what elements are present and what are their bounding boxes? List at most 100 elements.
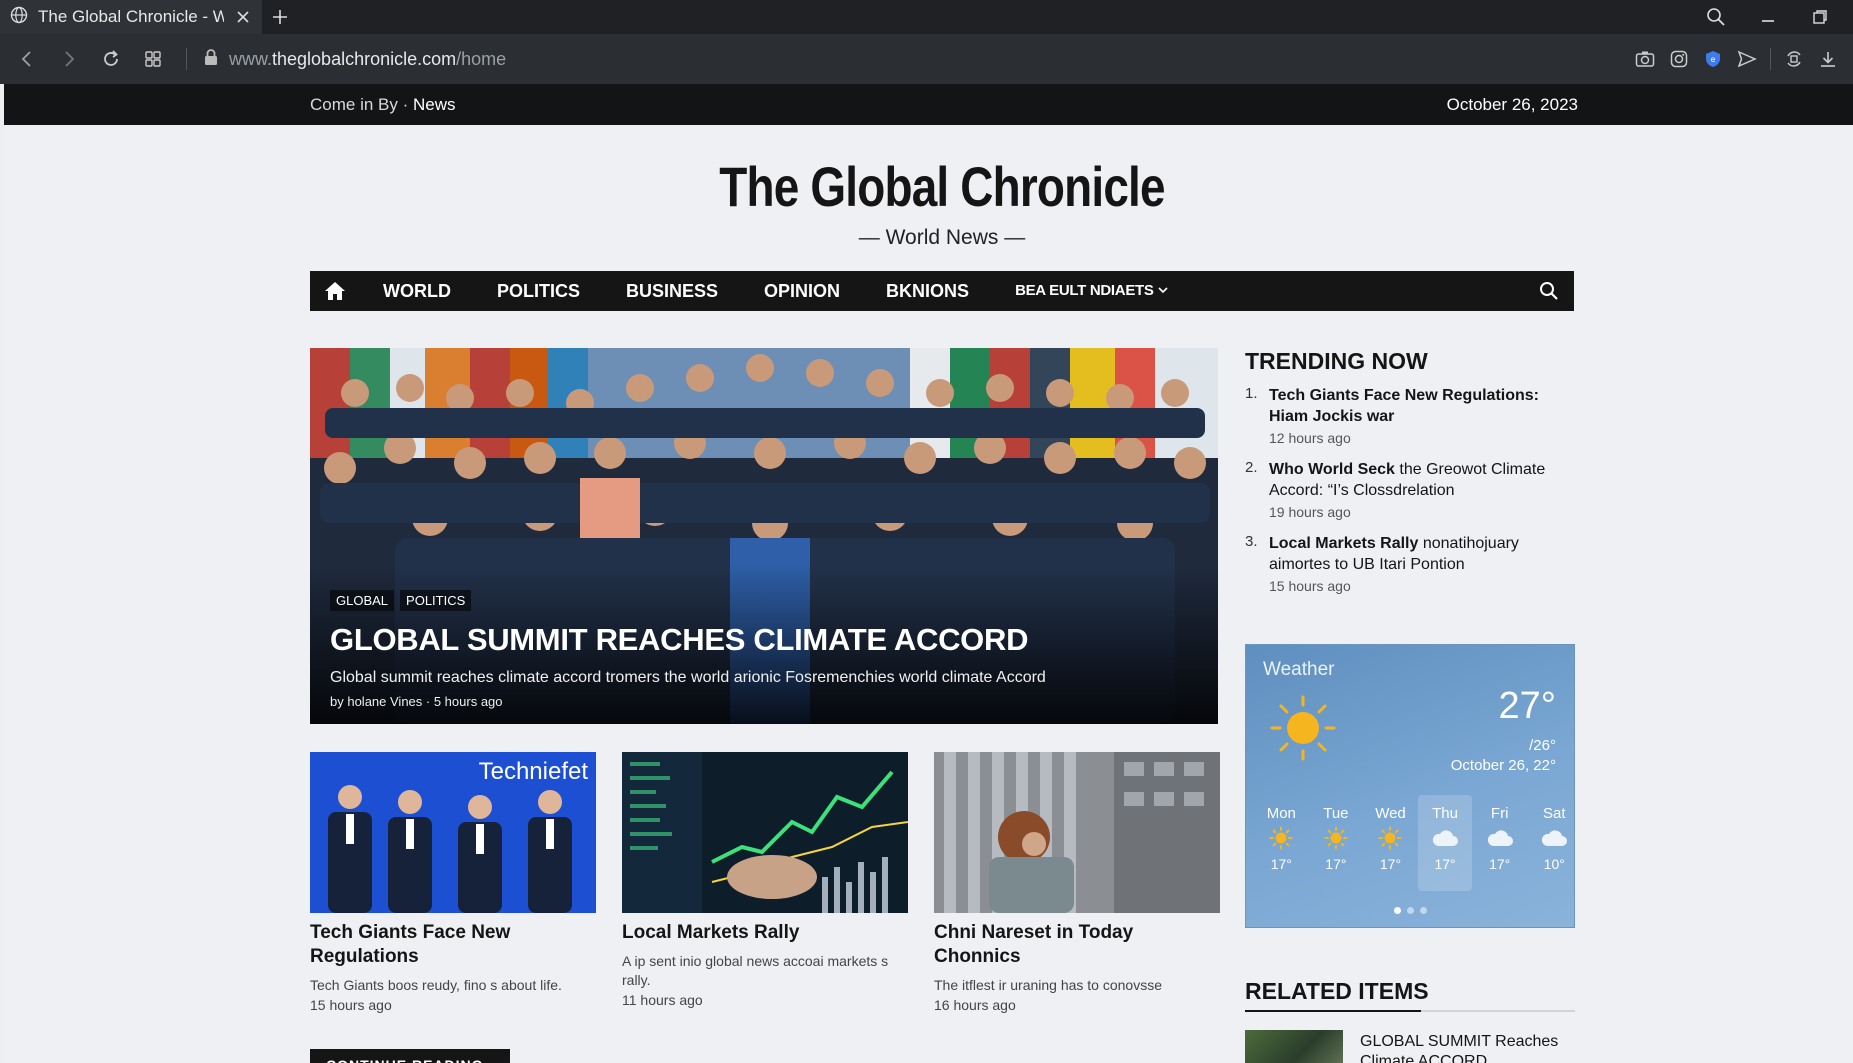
card-image: Techniefet (310, 752, 596, 913)
site-tagline: — World News — (858, 226, 1026, 249)
screenshot-icon[interactable] (1777, 34, 1811, 84)
back-icon[interactable] (6, 34, 48, 84)
tag-politics[interactable]: POLITICS (400, 590, 472, 611)
page-viewport: Come in By · News October 26, 2023 The G… (4, 84, 1853, 1063)
masthead: The Global Chronicle — World News — (310, 154, 1574, 250)
globe-icon (10, 6, 28, 29)
forecast-day-name: Tue (1323, 805, 1349, 822)
address-bar: www.theglobalchronicle.com/home e (0, 34, 1853, 84)
carousel-dot[interactable] (1419, 907, 1427, 914)
toolbar-divider (1770, 48, 1771, 70)
shield-icon[interactable]: e (1696, 34, 1730, 84)
send-icon[interactable] (1730, 34, 1764, 84)
article-card[interactable]: Local Markets Rally A ip sent inio globa… (622, 752, 908, 1008)
minimize-icon[interactable] (1744, 0, 1792, 34)
card-title[interactable]: Local Markets Rally (622, 921, 908, 945)
forecast-day-sat[interactable]: Sat 10° (1527, 795, 1582, 891)
weather-date: October 26, 22° (1450, 757, 1556, 774)
nav-item-world[interactable]: WORLD (360, 271, 474, 311)
nav-item-politics[interactable]: POLITICS (474, 271, 603, 311)
forecast-day-name: Wed (1375, 805, 1406, 822)
tab-title: The Global Chronicle - Worl (38, 7, 224, 26)
sun-icon (1254, 822, 1309, 854)
trending-item[interactable]: 3. Local Markets Rally nonatihojuary aim… (1245, 533, 1575, 594)
instagram-icon[interactable] (1662, 34, 1696, 84)
card-title[interactable]: Tech Giants Face New Regulations (310, 921, 596, 969)
forecast-day-fri[interactable]: Fri 17° (1472, 795, 1527, 891)
browser-tab-bar: The Global Chronicle - Worl (0, 0, 1853, 34)
forecast-day-temp: 10° (1543, 856, 1565, 872)
browser-tools: e (1628, 34, 1853, 84)
sun-icon (1309, 822, 1364, 854)
forecast-day-wed[interactable]: Wed 17° (1363, 795, 1418, 891)
sun-icon (1363, 822, 1418, 854)
tab-grid-icon[interactable] (132, 34, 174, 84)
hero-meta: by holane Vines · 5 hours ago (330, 694, 503, 709)
search-icon[interactable] (1534, 271, 1564, 311)
trending-item[interactable]: 1. Tech Giants Face New Regulations: Hia… (1245, 385, 1575, 446)
forecast-day-tue[interactable]: Tue 17° (1309, 795, 1364, 891)
carousel-dot[interactable] (1393, 907, 1401, 914)
sun-icon (1268, 693, 1338, 768)
forecast-day-temp: 17° (1434, 856, 1456, 872)
weather-label: Weather (1263, 659, 1335, 680)
hero-headline[interactable]: GLOBAL SUMMIT REACHES CLIMATE ACCORD (330, 622, 1028, 658)
svg-text:e: e (1711, 55, 1716, 64)
nav-item-dropdown[interactable]: BEA EULT NDIAETS (992, 271, 1192, 311)
close-icon[interactable] (234, 8, 252, 26)
current-temp: 27° (1498, 685, 1556, 727)
article-card[interactable]: Chni Nareset in Today Chonnics The itfle… (934, 752, 1220, 1013)
related-heading: RELATED ITEMS (1245, 978, 1429, 1004)
card-age: 11 hours ago (622, 992, 703, 1008)
forecast-day-mon[interactable]: Mon 17° (1254, 795, 1309, 891)
card-title[interactable]: Chni Nareset in Today Chonnics (934, 921, 1220, 969)
camera-icon[interactable] (1628, 34, 1662, 84)
related-item[interactable]: GLOBAL SUMMIT Reaches Climate ACCORD (1245, 1030, 1575, 1063)
home-icon[interactable] (310, 271, 360, 311)
card-age: 16 hours ago (934, 997, 1016, 1013)
nav-item-business[interactable]: BUSINESS (603, 271, 741, 311)
search-tabs-icon[interactable] (1692, 0, 1740, 34)
tag-global[interactable]: GLOBAL (330, 590, 395, 611)
hero-article[interactable]: GLOBAL POLITICS GLOBAL SUMMIT REACHES CL… (310, 348, 1218, 724)
forecast-day-temp: 17° (1325, 856, 1347, 872)
forecast-day-name: Fri (1490, 805, 1509, 822)
card-summary: Tech Giants boos reudy, fino s about lif… (310, 977, 562, 993)
cloud-icon (1472, 822, 1527, 854)
hero-tags: GLOBAL POLITICS (330, 590, 472, 611)
weather-widget[interactable]: Weather 27° /26° October 26, 22° Mon 17° T… (1245, 644, 1575, 928)
forecast-day-temp: 17° (1270, 856, 1292, 872)
news-link[interactable]: News (413, 95, 456, 114)
card-age: 15 hours ago (310, 997, 392, 1013)
related-title: GLOBAL SUMMIT Reaches Climate ACCORD (1360, 1033, 1559, 1063)
carousel-dot[interactable] (1406, 907, 1414, 914)
forecast-day-thu[interactable]: Thu 17° (1417, 795, 1473, 891)
nav-item-opinion[interactable]: OPINION (741, 271, 863, 311)
trending-item[interactable]: 2. Who World Seck the Greowot Climate Ac… (1245, 459, 1575, 520)
toolbar-divider (186, 48, 187, 70)
cloud-icon (1418, 822, 1473, 854)
nav-item-bknions[interactable]: BKNIONS (863, 271, 992, 311)
new-tab-button[interactable] (262, 0, 298, 34)
category-nav: WORLD POLITICS BUSINESS OPINION BKNIONS … (310, 271, 1574, 311)
card-image (622, 752, 908, 913)
forecast-day-name: Sat (1543, 805, 1566, 822)
restore-icon[interactable] (1796, 0, 1844, 34)
reload-icon[interactable] (90, 34, 132, 84)
browser-tab[interactable]: The Global Chronicle - Worl (0, 0, 262, 34)
low-temp: /26° (1529, 737, 1556, 754)
lock-icon[interactable] (203, 48, 219, 71)
continue-reading-button[interactable]: CONTINUE READING (310, 1049, 510, 1063)
top-strip: Come in By · News October 26, 2023 (4, 84, 1853, 125)
site-title[interactable]: The Global Chronicle (424, 154, 1460, 220)
forecast-day-temp: 17° (1489, 856, 1511, 872)
trending-list: 1. Tech Giants Face New Regulations: Hia… (1245, 385, 1575, 607)
card-summary: The itflest ir uraning has to conovsse (934, 977, 1163, 993)
forecast-day-name: Thu (1432, 805, 1458, 822)
trending-heading: TRENDING NOW (1245, 348, 1428, 374)
url-field[interactable]: www.theglobalchronicle.com/home (229, 49, 506, 70)
forward-icon[interactable] (48, 34, 90, 84)
forecast-day-temp: 17° (1379, 856, 1402, 872)
article-card[interactable]: Techniefet Tech Giants Face New Regulati… (310, 752, 596, 1013)
download-icon[interactable] (1811, 34, 1845, 84)
